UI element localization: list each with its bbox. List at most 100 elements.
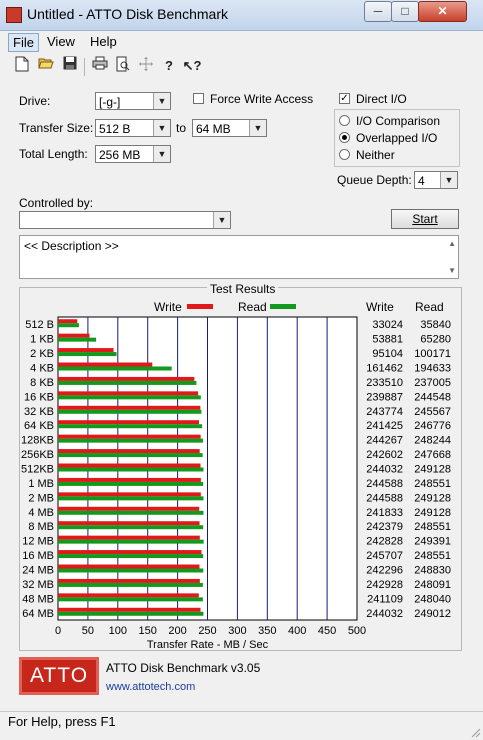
read-bar [58, 366, 172, 371]
category-label: 16 KB [24, 391, 54, 403]
write-value: 244032 [366, 464, 403, 476]
write-value: 239887 [366, 391, 403, 403]
status-bar: For Help, press F1 [0, 711, 483, 740]
write-value: 233510 [366, 377, 403, 389]
write-bar [58, 607, 201, 612]
category-label: 12 MB [22, 536, 54, 548]
write-bar [58, 319, 78, 324]
write-bar [58, 564, 200, 569]
read-value: 248091 [414, 579, 451, 591]
x-tick-label: 200 [168, 625, 186, 637]
category-label: 16 MB [22, 550, 54, 562]
x-tick-label: 0 [55, 625, 61, 637]
benchmark-chart: 0 50 100 150 200 250 300 350 400 450 500 Transfer R… [21, 316, 451, 651]
x-tick-label: 400 [288, 625, 306, 637]
write-bar [58, 521, 200, 526]
category-label: 256KB [21, 449, 54, 461]
write-bar [58, 434, 201, 439]
read-bar [58, 539, 204, 544]
read-value: 248244 [414, 435, 451, 447]
atto-link[interactable]: www.attotech.com [106, 681, 195, 693]
write-bar [58, 362, 153, 367]
category-label: 2 KB [30, 348, 54, 360]
category-label: 48 MB [22, 593, 54, 605]
category-label: 32 MB [22, 579, 54, 591]
x-tick-label: 500 [348, 625, 366, 637]
read-value: 245567 [414, 406, 451, 418]
read-value: 248551 [414, 550, 451, 562]
write-bar [58, 348, 114, 353]
read-value: 35840 [420, 319, 451, 331]
write-value: 53881 [372, 334, 403, 346]
x-tick-label: 150 [139, 625, 157, 637]
read-bar [58, 582, 203, 587]
write-bar [58, 405, 201, 410]
write-bar [58, 376, 195, 381]
product-version: ATTO Disk Benchmark v3.05 [106, 661, 261, 675]
write-bar [58, 333, 90, 338]
x-tick-label: 100 [109, 625, 127, 637]
read-bar [58, 467, 204, 472]
write-bar [58, 535, 200, 540]
read-value: 249012 [414, 608, 451, 620]
read-value: 244548 [414, 391, 451, 403]
read-value: 249128 [414, 464, 451, 476]
x-axis-label: Transfer Rate - MB / Sec [147, 639, 269, 651]
write-value: 241109 [367, 593, 403, 605]
category-label: 512KB [21, 464, 54, 476]
read-value: 249391 [414, 536, 451, 548]
write-value: 241833 [366, 507, 403, 519]
category-label: 2 MB [28, 492, 54, 504]
read-bar [58, 438, 203, 443]
read-bar [58, 323, 79, 328]
write-bar [58, 463, 201, 468]
write-value: 241425 [366, 420, 403, 432]
resize-grip-icon[interactable] [469, 726, 481, 738]
read-bar [58, 568, 204, 573]
write-value: 245707 [366, 550, 403, 562]
read-bar [58, 496, 204, 501]
write-value: 243774 [366, 406, 403, 418]
category-label: 4 KB [30, 363, 54, 375]
x-tick-label: 350 [258, 625, 276, 637]
x-tick-label: 300 [228, 625, 246, 637]
read-value: 100171 [414, 348, 451, 360]
read-value: 248830 [414, 565, 451, 577]
read-value: 248040 [414, 593, 451, 605]
status-text: For Help, press F1 [8, 714, 116, 729]
read-bar [58, 611, 204, 616]
write-value: 242928 [366, 579, 403, 591]
write-bar [58, 391, 199, 396]
category-label: 64 MB [22, 608, 54, 620]
read-value: 246776 [414, 420, 451, 432]
category-label: 24 MB [22, 565, 54, 577]
write-value: 242602 [366, 449, 403, 461]
read-bar [58, 337, 97, 342]
read-bar [58, 510, 204, 515]
read-bar [58, 597, 203, 602]
category-label: 1 KB [30, 334, 54, 346]
write-bar [58, 593, 199, 598]
read-bar [58, 409, 202, 414]
write-bar [58, 477, 201, 482]
read-bar [58, 352, 117, 357]
read-bar [58, 453, 203, 458]
read-value: 65280 [420, 334, 451, 346]
write-bar [58, 578, 200, 583]
read-bar [58, 525, 204, 530]
write-bar [58, 449, 200, 454]
category-label: 4 MB [28, 507, 54, 519]
read-value: 194633 [414, 363, 451, 375]
category-label: 32 KB [24, 406, 54, 418]
atto-logo: ATTO [19, 657, 99, 695]
write-bar [58, 420, 199, 425]
write-value: 161462 [366, 363, 403, 375]
category-label: 64 KB [24, 420, 54, 432]
read-value: 248551 [414, 478, 451, 490]
read-value: 237005 [414, 377, 451, 389]
read-value: 249128 [414, 492, 451, 504]
write-value: 244588 [366, 492, 403, 504]
read-bar [58, 424, 203, 429]
read-bar [58, 380, 197, 385]
read-value: 248551 [414, 521, 451, 533]
